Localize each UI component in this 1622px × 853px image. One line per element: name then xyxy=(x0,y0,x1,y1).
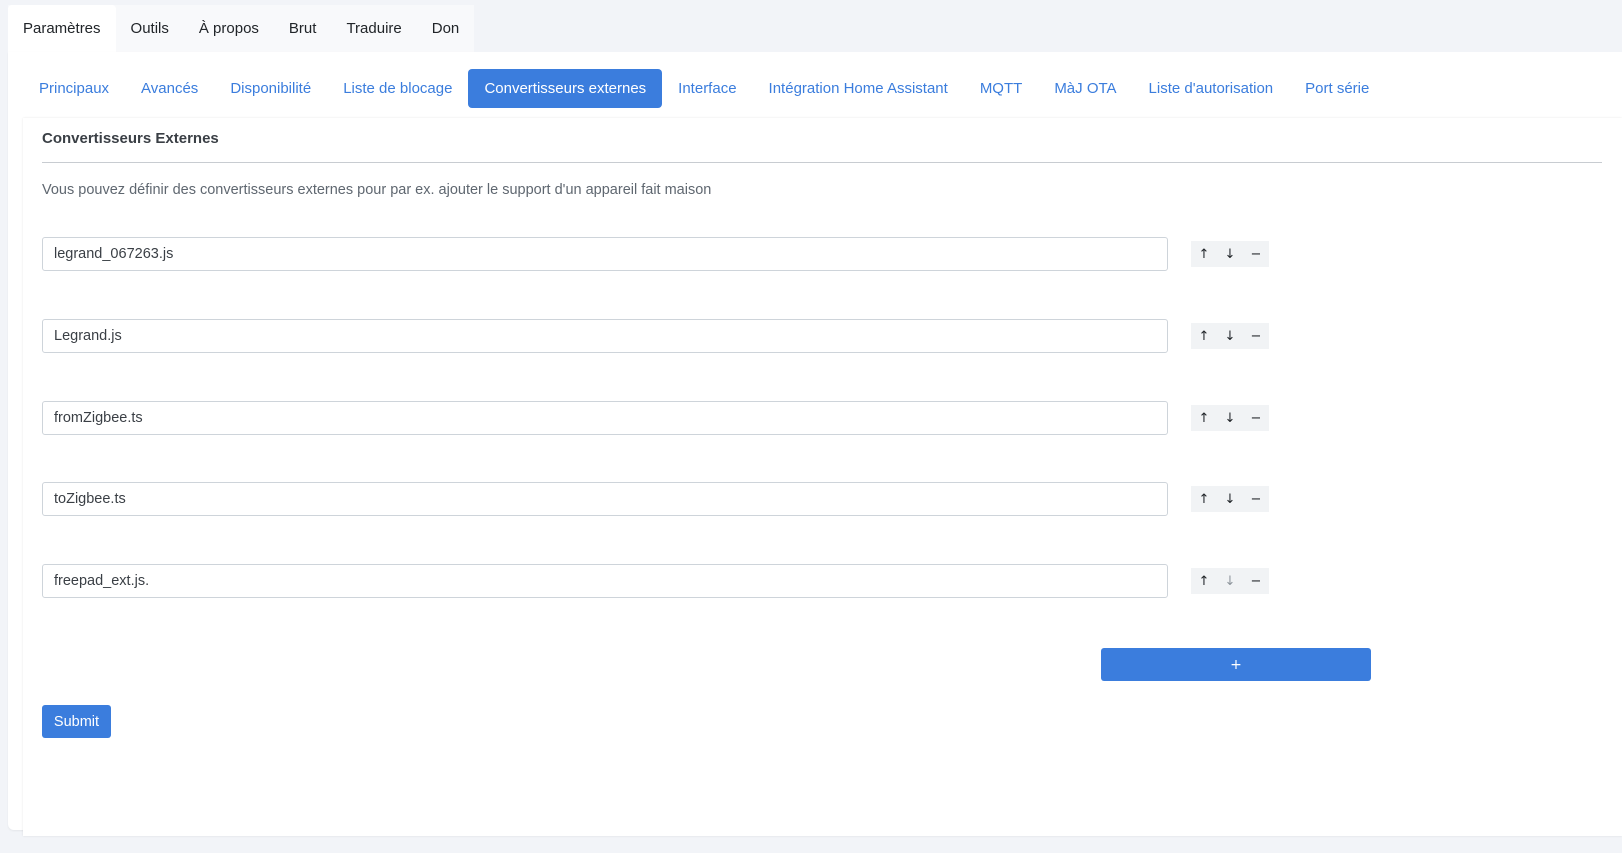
tab-a-propos[interactable]: À propos xyxy=(184,5,274,52)
subtab-avances[interactable]: Avancés xyxy=(125,69,214,108)
row-button-group: ↑ ↓ − xyxy=(1191,241,1269,267)
main-tabs: Paramètres Outils À propos Brut Traduire… xyxy=(8,5,475,52)
move-up-button[interactable]: ↑ xyxy=(1191,568,1217,594)
move-up-button[interactable]: ↑ xyxy=(1191,405,1217,431)
remove-button[interactable]: − xyxy=(1243,568,1269,594)
remove-button[interactable]: − xyxy=(1243,323,1269,349)
row-button-group: ↑ ↓ − xyxy=(1191,405,1269,431)
submit-button[interactable]: Submit xyxy=(42,705,111,738)
converter-input[interactable] xyxy=(42,401,1168,435)
converter-row: ↑ ↓ − xyxy=(42,319,1282,353)
converter-row: ↑ ↓ − xyxy=(42,237,1282,271)
move-up-button[interactable]: ↑ xyxy=(1191,241,1217,267)
move-up-button[interactable]: ↑ xyxy=(1191,323,1217,349)
settings-subtabs: Principaux Avancés Disponibilité Liste d… xyxy=(23,69,1385,108)
converter-input[interactable] xyxy=(42,482,1168,516)
move-up-button[interactable]: ↑ xyxy=(1191,486,1217,512)
converter-row: ↑ ↓ − xyxy=(42,482,1282,516)
move-down-button[interactable]: ↓ xyxy=(1217,405,1243,431)
section-divider xyxy=(42,162,1602,163)
subtab-liste-autorisation[interactable]: Liste d'autorisation xyxy=(1133,69,1290,108)
converter-row: ↑ ↓ − xyxy=(42,401,1282,435)
row-button-group: ↑ ↓ − xyxy=(1191,323,1269,349)
subtab-liste-de-blocage[interactable]: Liste de blocage xyxy=(327,69,468,108)
subtab-principaux[interactable]: Principaux xyxy=(23,69,125,108)
converter-row: ↑ ↓ − xyxy=(42,564,1282,598)
subtab-interface[interactable]: Interface xyxy=(662,69,752,108)
move-down-button[interactable]: ↓ xyxy=(1217,241,1243,267)
settings-panel: Principaux Avancés Disponibilité Liste d… xyxy=(8,52,1622,836)
section-title: Convertisseurs Externes xyxy=(42,130,219,147)
tab-outils[interactable]: Outils xyxy=(116,5,184,52)
converter-input[interactable] xyxy=(42,237,1168,271)
move-down-button[interactable]: ↓ xyxy=(1217,486,1243,512)
tab-brut[interactable]: Brut xyxy=(274,5,332,52)
remove-button[interactable]: − xyxy=(1243,241,1269,267)
remove-button[interactable]: − xyxy=(1243,486,1269,512)
remove-button[interactable]: − xyxy=(1243,405,1269,431)
row-button-group: ↑ ↓ − xyxy=(1191,568,1269,594)
subtab-disponibilite[interactable]: Disponibilité xyxy=(214,69,327,108)
tab-don[interactable]: Don xyxy=(417,5,475,52)
move-down-button[interactable]: ↓ xyxy=(1217,323,1243,349)
subtab-home-assistant[interactable]: Intégration Home Assistant xyxy=(753,69,964,108)
subtab-maj-ota[interactable]: MàJ OTA xyxy=(1038,69,1132,108)
move-down-button[interactable]: ↓ xyxy=(1217,568,1243,594)
add-converter-button[interactable]: + xyxy=(1101,648,1371,681)
subtab-convertisseurs-externes[interactable]: Convertisseurs externes xyxy=(468,69,663,108)
section-description: Vous pouvez définir des convertisseurs e… xyxy=(42,182,712,198)
row-button-group: ↑ ↓ − xyxy=(1191,486,1269,512)
converter-input[interactable] xyxy=(42,319,1168,353)
tab-parametres[interactable]: Paramètres xyxy=(8,5,116,52)
subtab-mqtt[interactable]: MQTT xyxy=(964,69,1039,108)
tab-traduire[interactable]: Traduire xyxy=(331,5,416,52)
converter-input[interactable] xyxy=(42,564,1168,598)
subtab-port-serie[interactable]: Port série xyxy=(1289,69,1385,108)
external-converters-card: Convertisseurs Externes Vous pouvez défi… xyxy=(23,118,1622,836)
